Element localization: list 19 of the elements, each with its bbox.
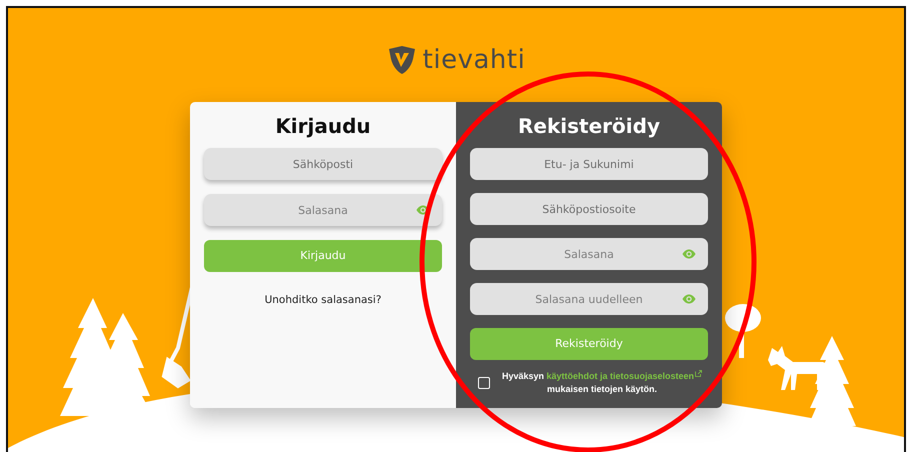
- input-field[interactable]: Etu- ja Sukunimi: [470, 148, 708, 180]
- eye-icon[interactable]: [682, 249, 696, 259]
- consent-text: Hyväksyn käyttöehdot ja tietosuojaselosteen mukaisen tietojen käytön.: [496, 370, 708, 396]
- login-button[interactable]: Kirjaudu: [204, 240, 442, 272]
- forgot-password-link[interactable]: Unohditko salasanasi?: [264, 294, 382, 306]
- input-field[interactable]: Sähköposti: [204, 148, 442, 180]
- register-button[interactable]: Rekisteröidy: [470, 328, 708, 360]
- password-field[interactable]: Salasana: [204, 194, 442, 226]
- terms-link[interactable]: käyttöehdot ja tietosuojaselosteen: [546, 371, 702, 381]
- shield-logo-icon: [386, 45, 417, 75]
- login-title: Kirjaudu: [274, 114, 372, 138]
- password-field[interactable]: Salasana: [470, 238, 708, 270]
- external-link-icon: [695, 370, 702, 377]
- register-title: Rekisteröidy: [517, 114, 661, 138]
- consent-checkbox[interactable]: [478, 377, 490, 389]
- input-field[interactable]: Sähköpostiosoite: [470, 193, 708, 225]
- logo-text: tievahti: [422, 45, 526, 75]
- eye-icon[interactable]: [682, 294, 696, 304]
- password-field[interactable]: Salasana uudelleen: [470, 283, 708, 315]
